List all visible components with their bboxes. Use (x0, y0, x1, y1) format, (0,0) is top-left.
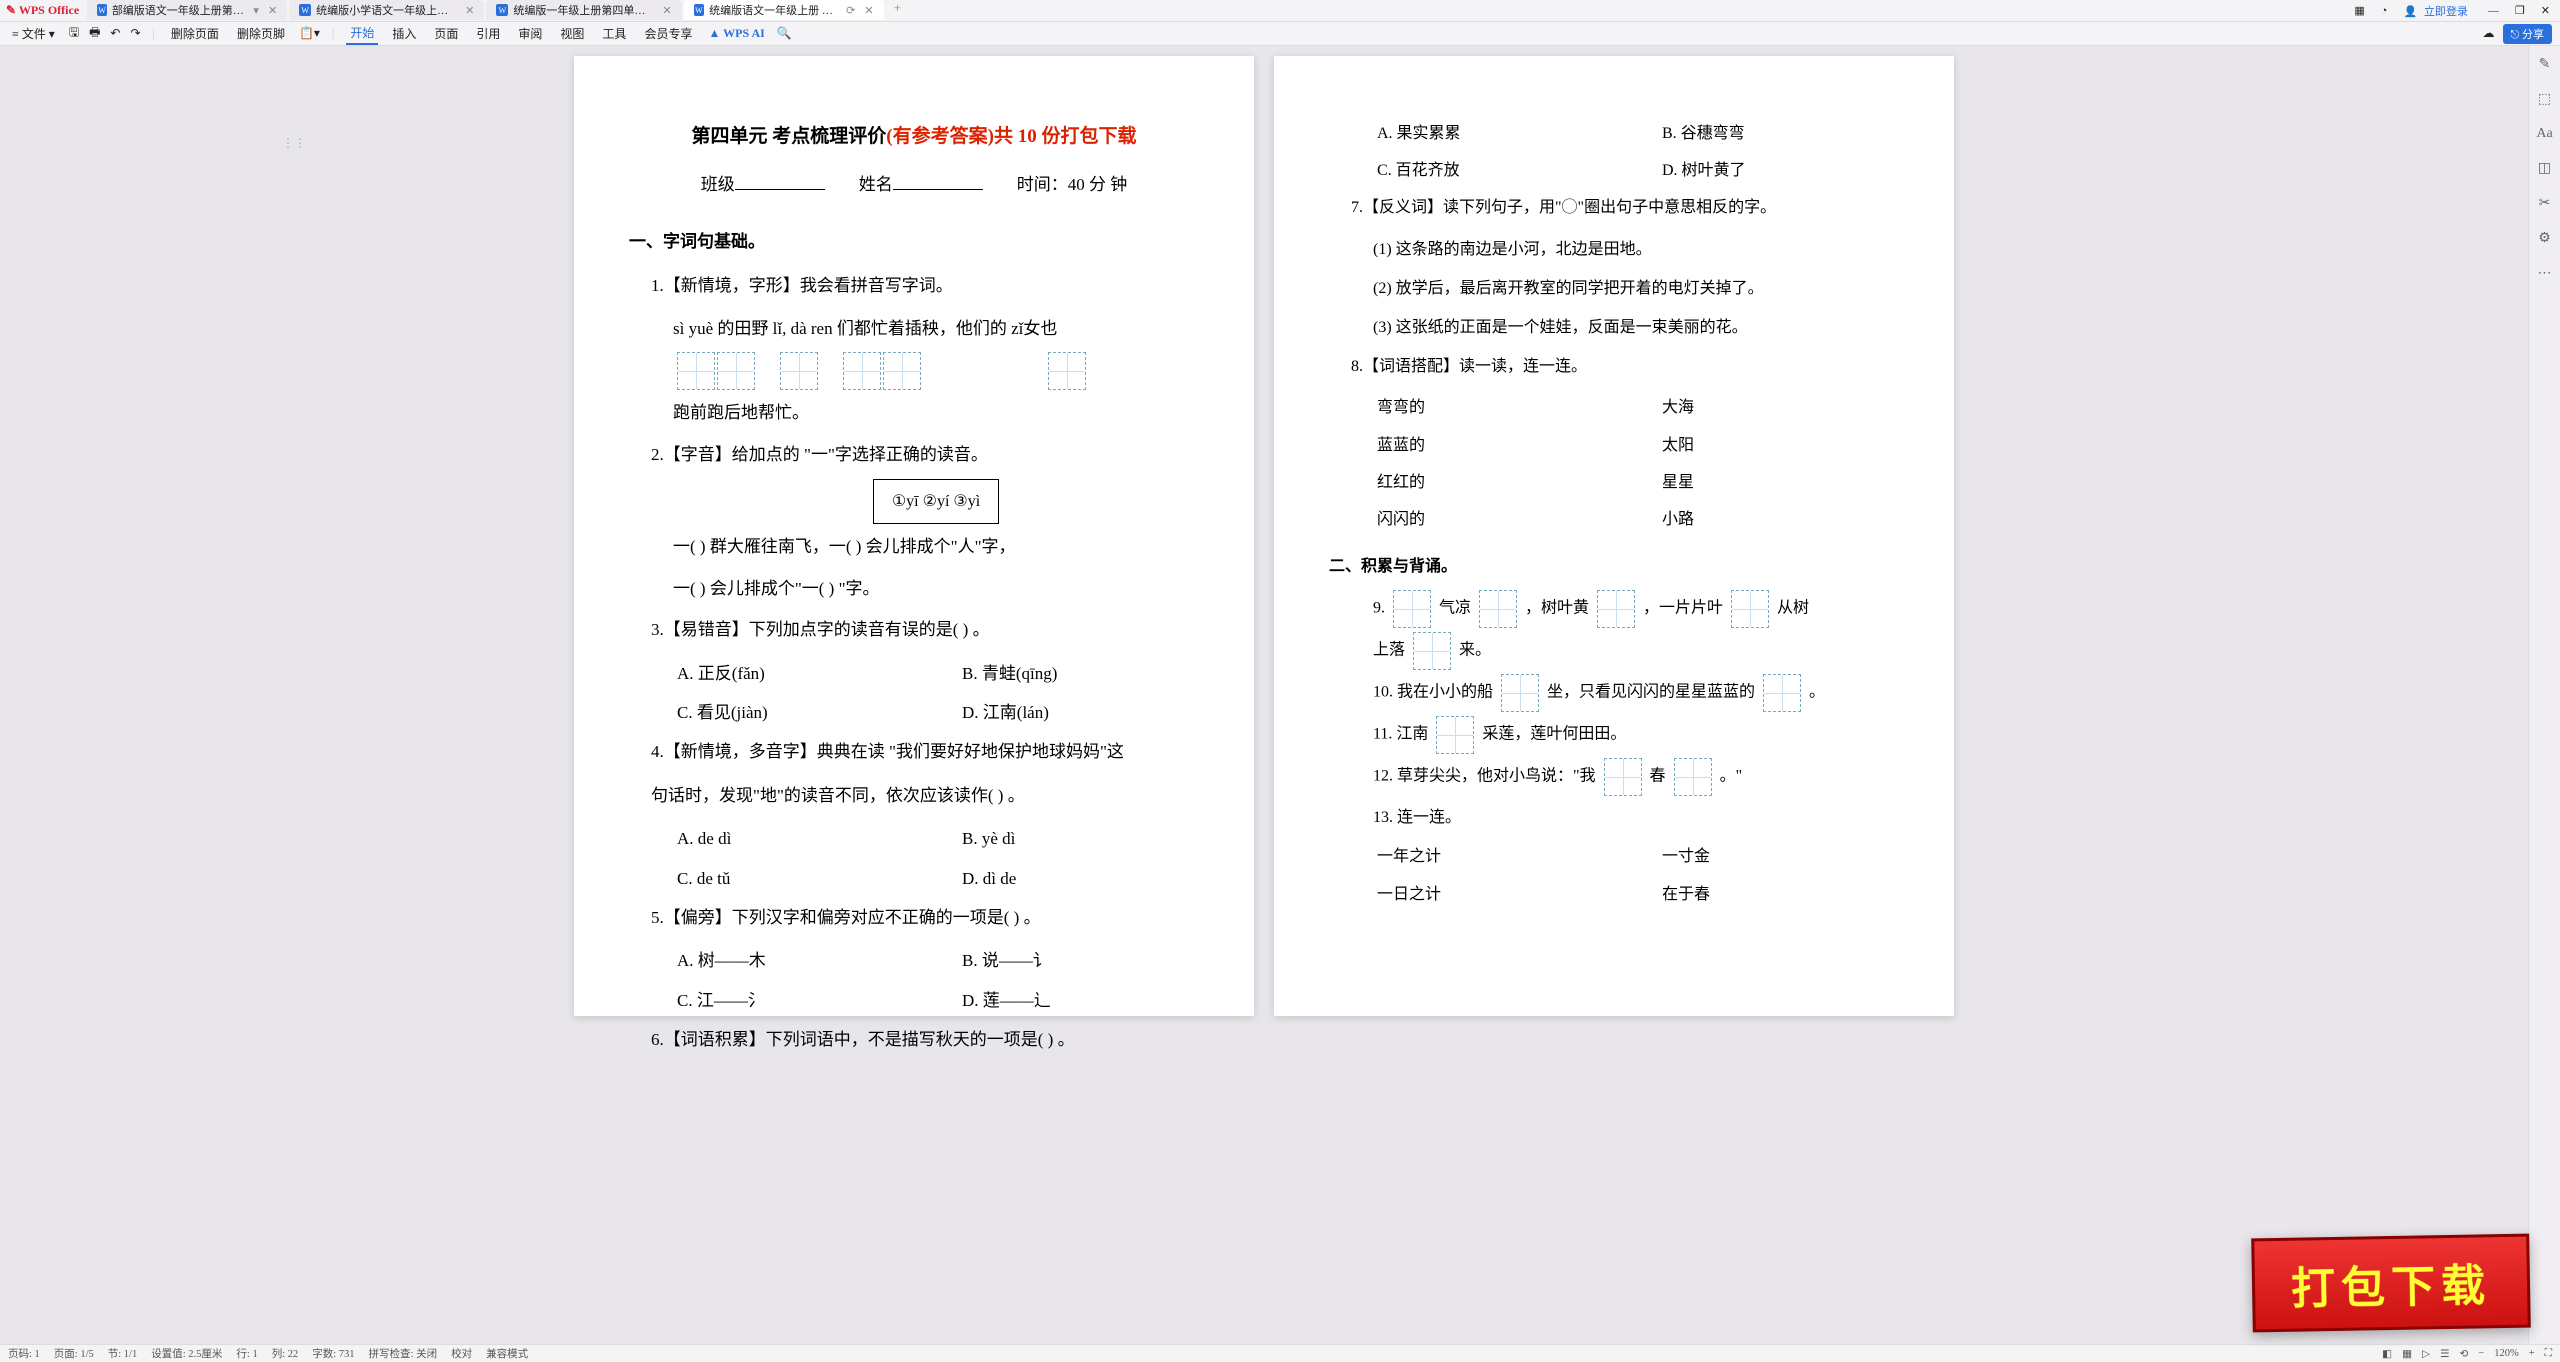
wps-ai-button[interactable]: ▲ WPS AI (708, 26, 764, 41)
close-icon[interactable]: ✕ (662, 4, 671, 17)
status-row: 行: 1 (236, 1346, 257, 1361)
right-sidebar: ✎ ⬚ Aa ◫ ✂ ⚙ ⋯ (2528, 46, 2560, 1344)
zoom-in-icon[interactable]: + (2529, 1348, 2535, 1359)
status-mode[interactable]: 兼容模式 (486, 1346, 528, 1361)
menu-start[interactable]: 开始 (346, 22, 378, 45)
status-page[interactable]: 页码: 1 (8, 1346, 40, 1361)
menu-insert[interactable]: 插入 (388, 23, 420, 44)
page-1: 第四单元 考点梳理评价(有参考答案)共 10 份打包下载 班级 姓名 时间：40… (574, 56, 1254, 1016)
refresh-icon[interactable]: ⟳ (846, 4, 855, 17)
minimize-icon[interactable]: — (2484, 5, 2503, 17)
tab-4[interactable]: W统编版语文一年级上册 第四年⟳✕ (684, 0, 884, 20)
hamburger-icon[interactable]: ≡ 文件 ▾ (8, 23, 59, 44)
login-button[interactable]: 👤 立即登录 (2399, 3, 2475, 19)
pencil-icon[interactable]: ✎ (2539, 56, 2551, 73)
view-icon[interactable]: ▷ (2422, 1348, 2430, 1360)
zoom-out-icon[interactable]: − (2478, 1348, 2484, 1359)
word-icon: W (694, 4, 705, 16)
app-logo: ✎ WPS Office (6, 3, 79, 18)
status-section: 节: 1/1 (108, 1346, 137, 1361)
menu-page[interactable]: 页面 (430, 23, 462, 44)
more-icon[interactable]: ⋯ (2538, 265, 2552, 282)
close-icon[interactable]: ✕ (465, 4, 474, 17)
chevron-down-icon[interactable]: ▾ (253, 4, 259, 17)
redo-icon[interactable]: ↷ (130, 26, 140, 41)
view-icon[interactable]: ▦ (2402, 1348, 2412, 1360)
status-pages[interactable]: 页面: 1/5 (54, 1346, 94, 1361)
tab-1[interactable]: W部编版语文一年级上册第四单元综▾✕ (87, 0, 287, 20)
tab-3[interactable]: W统编版一年级上册第四单元试卷(含答✕ (486, 0, 681, 20)
view-icon[interactable]: ◧ (2382, 1348, 2392, 1360)
menu-tools[interactable]: 工具 (598, 23, 630, 44)
tab-strip: W部编版语文一年级上册第四单元综▾✕ W统编版小学语文一年级上册第四单元✕ W统… (87, 0, 2350, 21)
view-icon[interactable]: ☰ (2440, 1348, 2449, 1360)
status-bar: 页码: 1 页面: 1/5 节: 1/1 设置值: 2.5厘米 行: 1 列: … (0, 1344, 2560, 1362)
view-icon[interactable]: ⟲ (2459, 1348, 2468, 1360)
menu-member[interactable]: 会员专享 (640, 23, 696, 44)
word-icon: W (299, 4, 311, 16)
style-icon[interactable]: Aa (2536, 126, 2552, 142)
document-canvas[interactable]: ⋮⋮ 第四单元 考点梳理评价(有参考答案)共 10 份打包下载 班级 姓名 时间… (0, 46, 2528, 1344)
page-2: A. 果实累累B. 谷穗弯弯 C. 百花齐放D. 树叶黄了 7.【反义词】读下列… (1274, 56, 1954, 1016)
status-col: 列: 22 (272, 1346, 299, 1361)
save-icon[interactable]: 🖫 (69, 23, 79, 44)
status-setting: 设置值: 2.5厘米 (151, 1346, 222, 1361)
status-spell[interactable]: 拼写检查: 关闭 (369, 1346, 438, 1361)
status-chars[interactable]: 字数: 731 (312, 1346, 354, 1361)
delete-footer-button[interactable]: 删除页脚 (233, 23, 289, 44)
gear-icon[interactable]: ⚙ (2538, 230, 2551, 247)
select-icon[interactable]: ⬚ (2538, 91, 2551, 108)
drag-handle-icon[interactable]: ⋮⋮ (282, 136, 306, 151)
download-stamp[interactable]: 打包下载 (2251, 1234, 2531, 1333)
close-window-icon[interactable]: ✕ (2537, 4, 2554, 17)
tool-icon[interactable]: ✂ (2539, 195, 2551, 212)
cloud-icon[interactable]: ☁ (2483, 26, 2495, 41)
menu-review[interactable]: 审阅 (514, 23, 546, 44)
undo-icon[interactable]: ↶ (110, 26, 120, 41)
maximize-icon[interactable]: ❐ (2511, 4, 2529, 17)
search-icon[interactable]: 🔍 (777, 26, 792, 41)
word-icon: W (496, 4, 508, 16)
close-icon[interactable]: ✕ (268, 4, 277, 17)
clipboard-icon[interactable]: 📋▾ (299, 26, 320, 41)
help-icon[interactable]: ◔ (2377, 5, 2392, 17)
zoom-value[interactable]: 120% (2494, 1348, 2519, 1359)
word-icon: W (97, 4, 107, 16)
menu-ref[interactable]: 引用 (472, 23, 504, 44)
status-proof[interactable]: 校对 (451, 1346, 472, 1361)
add-tab-button[interactable]: + (886, 0, 909, 21)
grid-icon[interactable]: ▦ (2350, 4, 2368, 17)
share-button[interactable]: ⎋ 分享 (2503, 24, 2552, 44)
menu-view[interactable]: 视图 (556, 23, 588, 44)
layers-icon[interactable]: ◫ (2538, 160, 2551, 177)
tab-2[interactable]: W统编版小学语文一年级上册第四单元✕ (289, 0, 484, 20)
fullscreen-icon[interactable]: ⛶ (2545, 1348, 2552, 1360)
close-icon[interactable]: ✕ (864, 4, 873, 17)
print-icon[interactable]: 🖶 (89, 23, 100, 44)
delete-page-button[interactable]: 删除页面 (167, 23, 223, 44)
